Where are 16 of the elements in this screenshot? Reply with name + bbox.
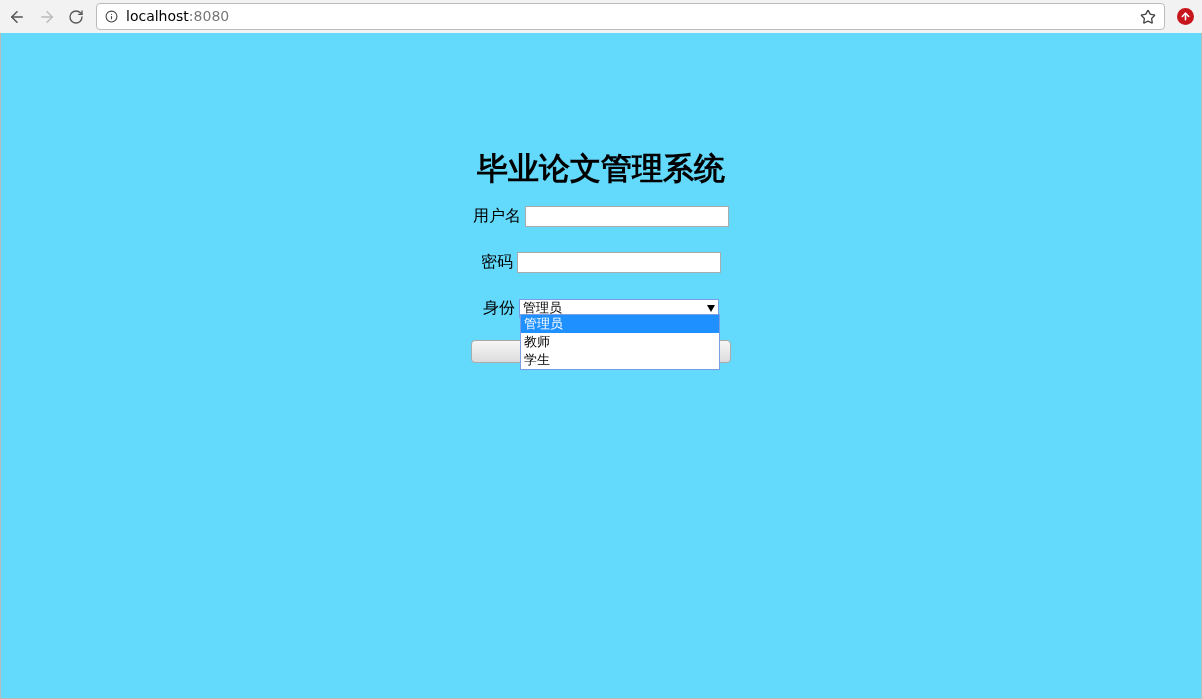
field-label: 密码	[481, 251, 513, 273]
dropdown-caret-icon	[707, 304, 715, 312]
url-port: :8080	[188, 8, 230, 24]
url-host: localhost	[126, 8, 189, 24]
reload-icon[interactable]	[68, 8, 84, 25]
dropdown-option[interactable]: 学生	[521, 351, 719, 369]
address-bar[interactable]: localhost:8080	[96, 3, 1165, 30]
input-field[interactable]	[517, 251, 721, 273]
info-icon[interactable]	[105, 10, 118, 23]
extension-icon[interactable]	[1177, 8, 1194, 25]
dropdown-option[interactable]: 教师	[521, 333, 719, 351]
field-label: 用户名	[473, 205, 521, 227]
field-label: 身份	[483, 297, 515, 319]
input-field[interactable]	[525, 205, 729, 227]
page-title: 毕业论文管理系统	[477, 153, 725, 184]
bookmark-star-icon[interactable]	[1140, 8, 1156, 25]
